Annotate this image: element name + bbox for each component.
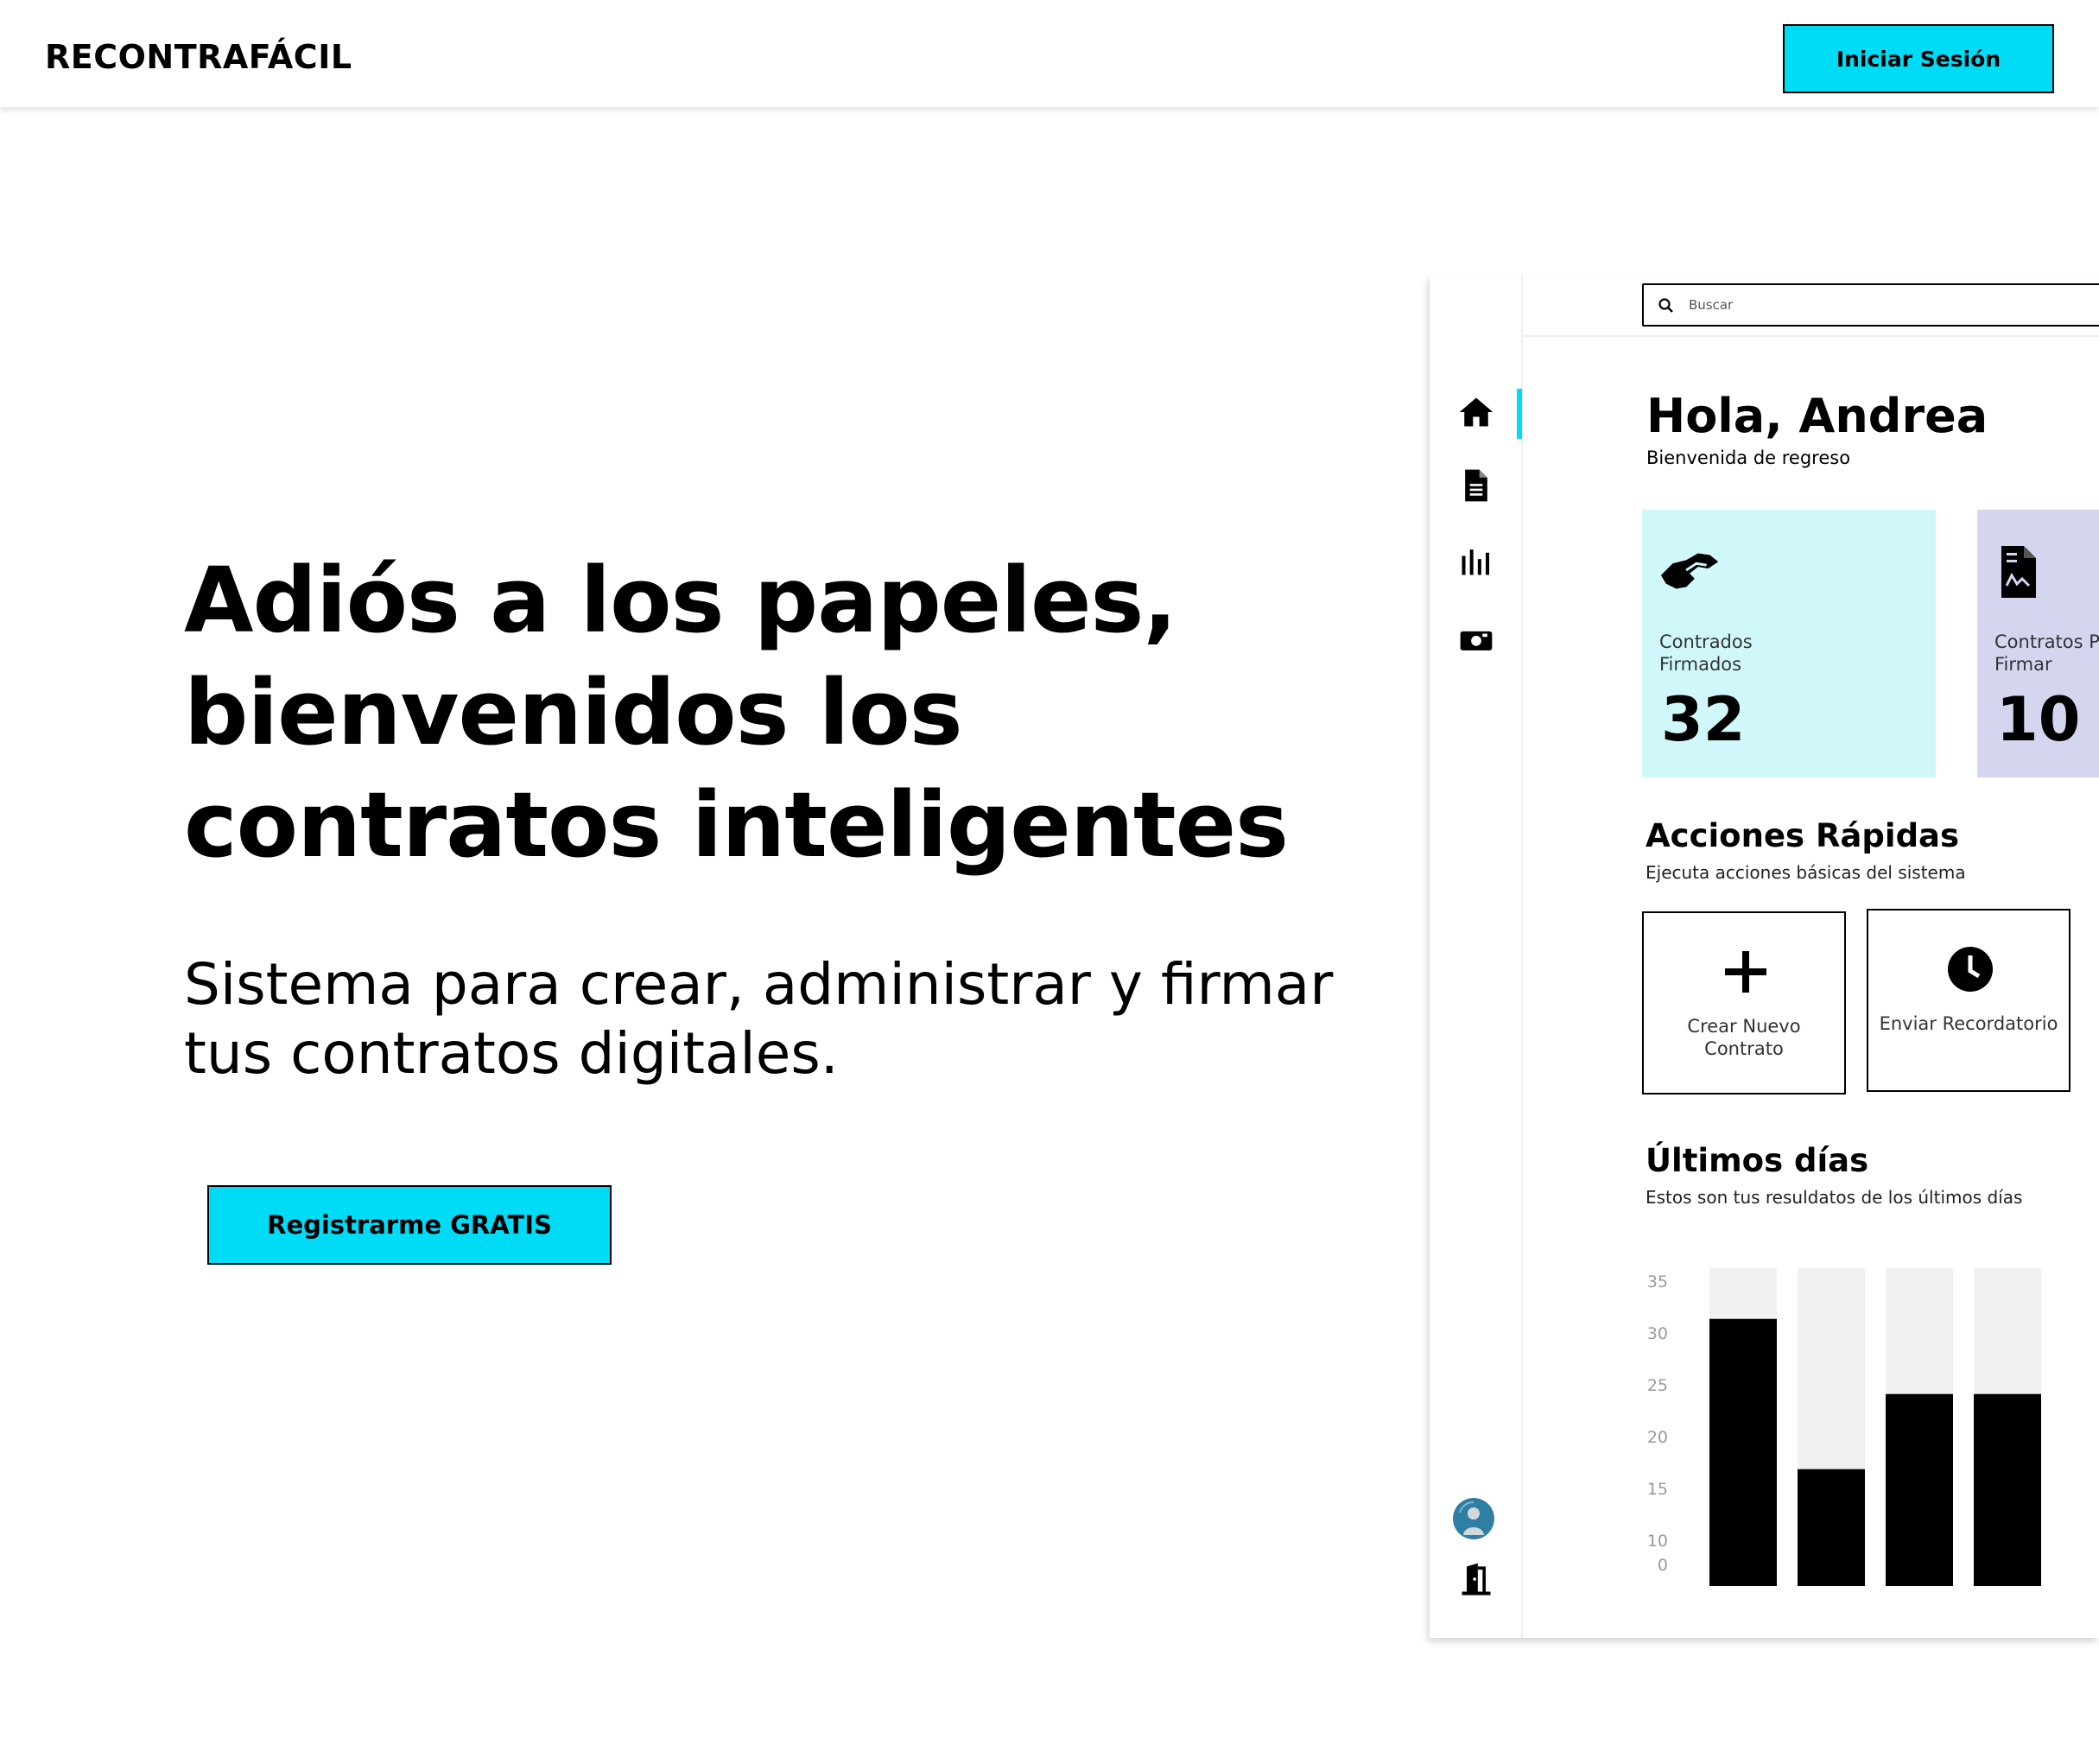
- y-tick-label: 20: [1647, 1428, 1668, 1447]
- active-indicator: [1517, 389, 1522, 439]
- greeting-title: Hola, Andrea: [1646, 389, 1988, 443]
- chart-bar[interactable]: [1886, 1393, 1953, 1586]
- dashboard-sidebar: [1430, 276, 1523, 1638]
- logout-door-icon[interactable]: [1457, 1560, 1495, 1598]
- action-label: Enviar Recordatorio: [1879, 1013, 2058, 1034]
- recent-bar-chart: 35 30 25 20 15 10 0: [1647, 1268, 2041, 1586]
- home-icon[interactable]: [1457, 393, 1495, 431]
- clock-icon: [1948, 947, 1993, 992]
- search-input[interactable]: Buscar: [1642, 283, 2099, 327]
- send-reminder-button[interactable]: Enviar Recordatorio: [1867, 909, 2070, 1092]
- register-button[interactable]: Registrarme GRATIS: [207, 1185, 612, 1265]
- y-tick-label: 25: [1647, 1376, 1668, 1395]
- camera-icon[interactable]: [1457, 620, 1495, 658]
- create-contract-button[interactable]: Crear Nuevo Contrato: [1642, 911, 1846, 1095]
- search-icon: [1658, 298, 1673, 313]
- greeting-subtitle: Bienvenida de regreso: [1646, 447, 1851, 468]
- search-placeholder: Buscar: [1689, 297, 1734, 313]
- y-tick-label: 10: [1647, 1532, 1668, 1551]
- signed-document-icon: [2001, 546, 2036, 598]
- hero-subtitle: Sistema para crear, administrar y firmar…: [184, 951, 1334, 1087]
- recent-title: Últimos días: [1646, 1142, 1869, 1179]
- chart-bar[interactable]: [1974, 1393, 2041, 1586]
- brand-logo[interactable]: RECONTRAFÁCIL: [45, 38, 352, 76]
- y-tick-label: 15: [1647, 1480, 1668, 1499]
- stat-card-label: Contrados Firmados: [1659, 631, 1753, 675]
- y-tick-label: 0: [1658, 1556, 1668, 1575]
- quick-actions-subtitle: Ejecuta acciones básicas del sistema: [1646, 862, 1966, 883]
- plus-icon: [1725, 951, 1766, 993]
- stat-card-pending[interactable]: Contratos P de Firmar 10: [1977, 510, 2099, 777]
- avatar[interactable]: [1452, 1497, 1495, 1540]
- y-tick-label: 35: [1647, 1272, 1668, 1291]
- dashboard-preview: Buscar Hola, Andrea Bienvenida de regres…: [1430, 276, 2099, 1638]
- hero-title: Adiós a los papeles, bienvenidos los con…: [184, 548, 1289, 878]
- stat-card-label: Contratos P de Firmar: [1994, 631, 2099, 675]
- stat-card-value: 10: [1996, 684, 2081, 755]
- login-button[interactable]: Iniciar Sesión: [1783, 24, 2054, 93]
- recent-subtitle: Estos son tus resuldatos de los últimos …: [1646, 1187, 2023, 1208]
- stat-card-value: 32: [1661, 684, 1746, 755]
- chart-bar[interactable]: [1798, 1469, 1865, 1586]
- handshake-icon: [1660, 553, 1719, 589]
- quick-actions-title: Acciones Rápidas: [1646, 817, 1960, 854]
- stat-card-signed[interactable]: Contrados Firmados 32: [1642, 510, 1936, 777]
- chart-icon[interactable]: [1457, 542, 1495, 580]
- chart-bar[interactable]: [1709, 1318, 1777, 1586]
- action-label: Crear Nuevo Contrato: [1687, 1016, 1801, 1059]
- y-tick-label: 30: [1647, 1324, 1668, 1343]
- top-navbar: RECONTRAFÁCIL Iniciar Sesión: [0, 0, 2099, 107]
- document-icon[interactable]: [1457, 466, 1495, 504]
